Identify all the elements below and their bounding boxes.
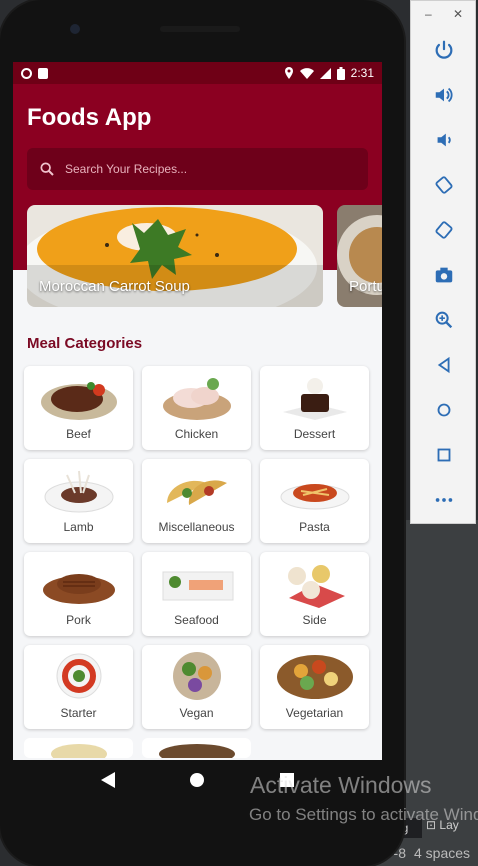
carousel-caption: Moroccan Carrot Soup [39, 278, 190, 295]
vegetarian-image [276, 655, 353, 699]
category-label: Lamb [63, 520, 94, 534]
activation-watermark-subtitle-text: Go to Settings to activate Windows. [249, 805, 478, 824]
emulator-controls: – ✕ [410, 0, 476, 524]
category-label: Vegan [179, 706, 214, 720]
category-card-dessert[interactable]: Dessert [260, 366, 369, 450]
page-title: Foods App [27, 104, 152, 131]
category-card-seafood[interactable]: Seafood [142, 552, 251, 636]
vegan-image [172, 652, 221, 700]
category-card-vegetarian[interactable]: Vegetarian [260, 645, 369, 729]
dessert-image [282, 378, 347, 420]
category-label: Dessert [293, 427, 336, 441]
seafood-image [162, 571, 233, 601]
camera-icon[interactable] [429, 260, 459, 290]
category-label: Pork [66, 613, 91, 627]
search-icon [40, 162, 54, 176]
earpiece [160, 26, 240, 32]
lamb-image [44, 470, 113, 513]
back-icon[interactable] [429, 350, 459, 380]
zoom-icon[interactable] [429, 305, 459, 335]
miscellaneous-image [166, 480, 227, 505]
starter-image [56, 653, 101, 699]
rotate-right-icon[interactable] [429, 215, 459, 245]
partial-image [50, 744, 107, 758]
chicken-image [162, 378, 231, 420]
category-card-vegan[interactable]: Vegan [142, 645, 251, 729]
category-card-chicken[interactable]: Chicken [142, 366, 251, 450]
category-card-partial[interactable] [142, 738, 251, 758]
clock: 2:31 [350, 66, 374, 80]
power-icon[interactable] [429, 35, 459, 65]
back-triangle-icon [100, 772, 115, 788]
nav-home-button[interactable] [182, 765, 212, 795]
recipe-carousel[interactable]: Moroccan Carrot Soup Portu [27, 205, 382, 307]
carousel-caption: Portu [349, 278, 382, 295]
minimize-icon[interactable]: – [425, 7, 432, 21]
activation-watermark-subtitle: Go to Settings to activate Windows. [249, 805, 478, 825]
status-bar: 2:31 [13, 62, 382, 84]
app-screen: 2:31 Foods App Moroccan [13, 62, 382, 760]
category-label: Seafood [174, 613, 219, 627]
wifi-icon [299, 67, 314, 79]
category-card-starter[interactable]: Starter [24, 645, 133, 729]
category-label: Pasta [299, 520, 330, 534]
category-card-pork[interactable]: Pork [24, 552, 133, 636]
carousel-slide[interactable]: Portu [337, 205, 382, 307]
volume-up-icon[interactable] [429, 80, 459, 110]
front-camera [70, 24, 80, 34]
overview-icon[interactable] [429, 440, 459, 470]
category-card-pasta[interactable]: Pasta [260, 459, 369, 543]
category-label: Beef [66, 427, 91, 441]
category-label: Miscellaneous [158, 520, 235, 534]
partial-image [158, 744, 235, 758]
category-card-side[interactable]: Side [260, 552, 369, 636]
carousel-slide[interactable]: Moroccan Carrot Soup [27, 205, 323, 307]
sd-card-icon [38, 67, 48, 79]
beef-image [40, 382, 117, 420]
phone-frame: 2:31 Foods App Moroccan [0, 0, 404, 866]
ide-indent[interactable]: 4 spaces [414, 845, 470, 861]
notification-icon [21, 67, 32, 79]
more-icon[interactable] [429, 485, 459, 515]
signal-icon [319, 67, 331, 79]
category-label: Chicken [174, 427, 219, 441]
side-image [287, 565, 345, 608]
pasta-image [280, 484, 349, 510]
nav-back-button[interactable] [93, 765, 123, 795]
section-title: Meal Categories [27, 335, 143, 352]
rotate-left-icon[interactable] [429, 170, 459, 200]
search-input[interactable] [65, 162, 345, 176]
category-card-beef[interactable]: Beef [24, 366, 133, 450]
location-icon [284, 67, 293, 79]
battery-icon [336, 66, 345, 80]
category-grid: Beef Chicken Dessert Lamb Miscellaneous … [24, 366, 372, 758]
category-label: Side [302, 613, 327, 627]
search-bar[interactable] [27, 148, 368, 190]
category-card-partial[interactable] [24, 738, 133, 758]
home-circle-icon [190, 773, 205, 787]
activation-watermark-title: Activate Windows [250, 772, 432, 798]
category-label: Vegetarian [285, 706, 344, 720]
pork-image [42, 574, 115, 604]
category-label: Starter [60, 706, 97, 720]
volume-down-icon[interactable] [429, 125, 459, 155]
close-icon[interactable]: ✕ [453, 7, 463, 21]
home-icon[interactable] [429, 395, 459, 425]
category-card-miscellaneous[interactable]: Miscellaneous [142, 459, 251, 543]
category-card-lamb[interactable]: Lamb [24, 459, 133, 543]
